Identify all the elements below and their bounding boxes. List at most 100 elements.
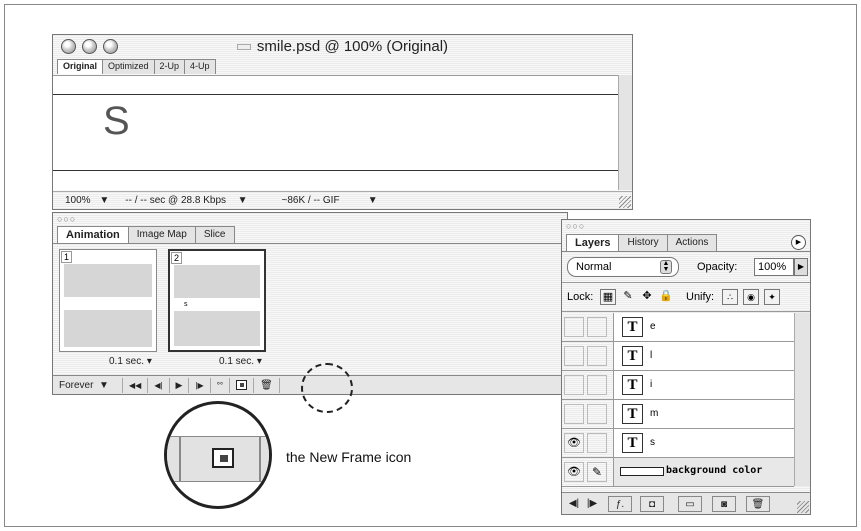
tab-slice[interactable]: Slice bbox=[194, 226, 235, 243]
animation-frame-1[interactable]: 1 bbox=[59, 249, 157, 352]
layers-toolbar: ◀| |▶ ƒ. ◘ ▭ ◙ 🗑 bbox=[562, 492, 810, 514]
lock-transparency-icon[interactable]: ▦ bbox=[600, 289, 616, 305]
tab-history[interactable]: History bbox=[618, 234, 668, 251]
step-back-icon: ◀| bbox=[568, 498, 580, 509]
visibility-eye-icon[interactable] bbox=[564, 375, 584, 395]
animation-frame-2[interactable]: 2 s bbox=[168, 249, 266, 352]
blend-mode-select[interactable]: Normal ▲ ▼ bbox=[567, 257, 679, 277]
tab-animation[interactable]: Animation bbox=[57, 226, 129, 243]
download-time-menu[interactable]: -- / -- sec @ 28.8 Kbps ▼ bbox=[119, 195, 247, 206]
layer-row[interactable]: Tl bbox=[562, 342, 794, 371]
text-layer-icon: T bbox=[622, 317, 643, 337]
chevron-down-icon: ▼ bbox=[99, 379, 109, 391]
layer-content: background color bbox=[613, 458, 794, 486]
resize-grip-icon[interactable] bbox=[797, 501, 809, 513]
brush-icon[interactable]: ✎ bbox=[587, 462, 607, 482]
link-toggle[interactable] bbox=[587, 433, 607, 453]
visibility-eye-icon[interactable] bbox=[564, 317, 584, 337]
lock-all-icon[interactable]: 🔒 bbox=[658, 289, 674, 305]
tween-icon: °° bbox=[216, 380, 224, 390]
trash-icon: 🗑 bbox=[260, 379, 273, 391]
tab-4-up[interactable]: 4-Up bbox=[184, 59, 216, 74]
frame-2-delay[interactable]: 0.1 sec. ▾ bbox=[219, 356, 262, 367]
add-mask-button[interactable]: ◘ bbox=[640, 496, 664, 512]
palette-menu-arrow-icon[interactable]: ▶ bbox=[791, 235, 806, 250]
tab-actions[interactable]: Actions bbox=[666, 234, 718, 251]
callout-label: the New Frame icon bbox=[286, 449, 412, 465]
delete-frame-button[interactable]: 🗑 bbox=[254, 377, 280, 393]
previous-frame-button[interactable]: ◀| bbox=[148, 377, 170, 393]
magnified-callout bbox=[164, 401, 272, 509]
layer-style-button[interactable]: ƒ. bbox=[608, 496, 632, 512]
visibility-eye-icon[interactable] bbox=[564, 346, 584, 366]
step-back-icon: ◀| bbox=[154, 380, 163, 390]
play-button[interactable]: ▶ bbox=[170, 377, 190, 393]
visibility-eye-icon[interactable]: 👁 bbox=[564, 462, 584, 482]
layer-row[interactable]: Te bbox=[562, 313, 794, 342]
tab-2-up[interactable]: 2-Up bbox=[153, 59, 186, 74]
resize-grip-icon[interactable] bbox=[619, 196, 631, 208]
next-frame-button[interactable]: |▶ bbox=[584, 496, 600, 512]
layer-content: Tl bbox=[613, 342, 794, 370]
chevron-down-icon: ▾ bbox=[146, 356, 152, 367]
zoom-level-menu[interactable]: 100% ▼ bbox=[59, 195, 109, 206]
text-layer-icon: T bbox=[622, 404, 643, 424]
unify-style-icon[interactable]: ✦ bbox=[764, 289, 780, 305]
new-layer-set-button[interactable]: ▭ bbox=[678, 496, 702, 512]
layer-name: i bbox=[650, 379, 653, 390]
lock-move-icon[interactable]: ✥ bbox=[639, 289, 655, 305]
frame-1-delay[interactable]: 0.1 sec. ▾ bbox=[109, 356, 152, 367]
layer-row[interactable]: Ti bbox=[562, 371, 794, 400]
layer-row[interactable]: Tm bbox=[562, 400, 794, 429]
link-toggle[interactable] bbox=[587, 375, 607, 395]
link-toggle[interactable] bbox=[587, 346, 607, 366]
layer-style-icon: ƒ. bbox=[615, 499, 625, 510]
new-layer-button[interactable]: ◙ bbox=[712, 496, 736, 512]
unify-label: Unify: bbox=[686, 291, 715, 303]
next-frame-button[interactable]: |▶ bbox=[189, 377, 211, 393]
palette-window-controls[interactable]: ○○○ bbox=[566, 221, 585, 231]
loop-options-menu[interactable]: Forever ▼ bbox=[53, 377, 123, 393]
tween-button[interactable]: °° bbox=[211, 377, 231, 393]
unify-visibility-icon[interactable]: ◉ bbox=[743, 289, 759, 305]
delete-layer-button[interactable]: 🗑 bbox=[746, 496, 770, 512]
opacity-input[interactable]: 100% bbox=[754, 258, 794, 276]
unify-position-icon[interactable]: ∴ bbox=[722, 289, 738, 305]
chevron-down-icon: ▼ bbox=[99, 195, 110, 206]
layers-palette: ○○○ Layers History Actions ▶ Normal ▲ ▼ Op… bbox=[561, 219, 811, 515]
link-toggle[interactable] bbox=[587, 317, 607, 337]
visibility-eye-icon[interactable]: 👁 bbox=[564, 433, 584, 453]
tab-image-map[interactable]: Image Map bbox=[127, 226, 196, 243]
window-title: smile.psd @ 100% (Original) bbox=[53, 38, 632, 55]
loop-value: Forever bbox=[59, 379, 94, 391]
tab-optimized[interactable]: Optimized bbox=[102, 59, 155, 74]
file-info-menu[interactable]: ~86K / -- GIF ▼ bbox=[275, 195, 377, 206]
folder-icon: ▭ bbox=[685, 499, 695, 510]
palette-window-controls[interactable]: ○○○ bbox=[57, 214, 76, 224]
layer-row[interactable]: 👁 Ts bbox=[562, 429, 794, 458]
tab-original[interactable]: Original bbox=[57, 59, 104, 74]
title-bar[interactable]: smile.psd @ 100% (Original) bbox=[53, 35, 632, 59]
first-frame-button[interactable]: ◀◀ bbox=[123, 377, 149, 393]
view-tabs: Original Optimized 2-Up 4-Up bbox=[57, 59, 216, 74]
lock-paint-brush-icon[interactable]: ✎ bbox=[620, 289, 636, 305]
new-frame-button[interactable] bbox=[230, 377, 255, 393]
palette-tab-rule bbox=[562, 251, 810, 252]
tab-layers[interactable]: Layers bbox=[566, 234, 620, 251]
link-toggle[interactable] bbox=[587, 404, 607, 424]
thumbnail-band: s bbox=[174, 298, 260, 311]
visibility-eye-icon[interactable] bbox=[564, 404, 584, 424]
previous-frame-button[interactable]: ◀| bbox=[566, 496, 582, 512]
layer-name: e bbox=[650, 321, 656, 332]
layers-scrollbar[interactable] bbox=[794, 313, 810, 486]
zoom-level: 100% bbox=[65, 195, 91, 206]
opacity-slider-arrow-icon[interactable]: ▶ bbox=[794, 258, 808, 276]
new-layer-icon: ◙ bbox=[720, 499, 728, 510]
vertical-scrollbar[interactable] bbox=[618, 75, 632, 190]
frame-number: 1 bbox=[61, 251, 73, 263]
layer-name: m bbox=[650, 408, 659, 419]
image-canvas[interactable]: S bbox=[53, 75, 618, 190]
callout-divider bbox=[179, 436, 181, 482]
file-info: ~86K / -- GIF bbox=[281, 195, 340, 206]
layer-row[interactable]: 👁 ✎ background color bbox=[562, 458, 794, 487]
